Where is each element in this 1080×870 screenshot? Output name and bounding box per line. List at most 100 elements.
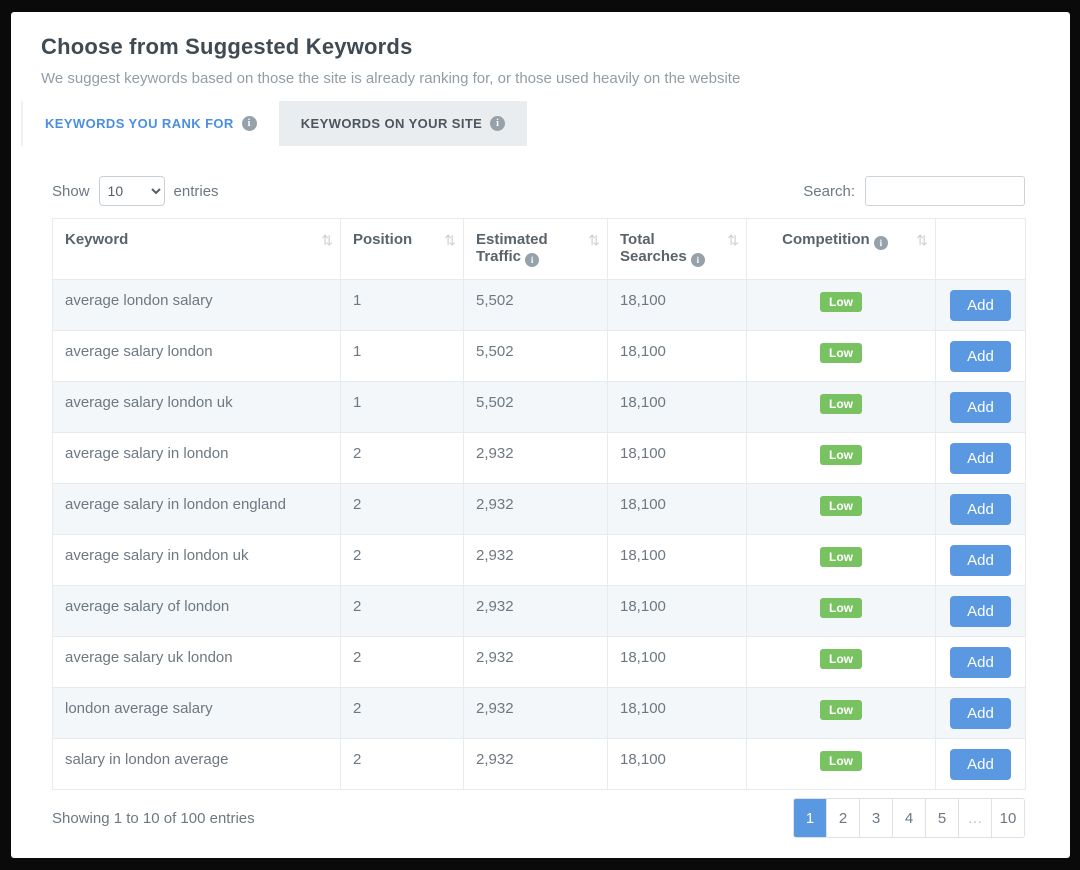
column-header-position[interactable]: Position ⇅ <box>341 219 464 280</box>
competition-cell: Low <box>747 280 936 331</box>
position-cell: 2 <box>341 433 464 484</box>
add-keyword-button[interactable]: Add <box>950 698 1011 729</box>
sort-icon[interactable]: ⇅ <box>588 232 600 249</box>
position-cell: 2 <box>341 484 464 535</box>
column-header-action <box>936 219 1026 280</box>
competition-badge: Low <box>820 292 862 312</box>
pagination-page-2[interactable]: 2 <box>826 799 859 837</box>
competition-cell: Low <box>747 433 936 484</box>
keyword-cell: average salary of london <box>53 586 341 637</box>
pagination-page-3[interactable]: 3 <box>859 799 892 837</box>
pagination-page-1[interactable]: 1 <box>794 799 826 837</box>
pagination-ellipsis: … <box>958 799 991 837</box>
estimated-traffic-cell: 2,932 <box>464 637 608 688</box>
page-title: Choose from Suggested Keywords <box>41 34 1040 60</box>
action-cell: Add <box>936 433 1026 484</box>
tab-bar: KEYWORDS YOU RANK FOR i KEYWORDS ON YOUR… <box>21 101 1040 146</box>
pagination-page-10[interactable]: 10 <box>991 799 1024 837</box>
page-size-control: Show 10 entries <box>52 176 219 206</box>
keywords-table: Keyword ⇅ Position ⇅ Estimated Traffic i… <box>52 218 1026 790</box>
keyword-cell: average salary in london <box>53 433 341 484</box>
competition-cell: Low <box>747 535 936 586</box>
tab-content: Show 10 entries Search: Keyword <box>41 176 1040 838</box>
page-size-select[interactable]: 10 <box>99 176 165 206</box>
add-keyword-button[interactable]: Add <box>950 545 1011 576</box>
search-control: Search: <box>803 176 1025 206</box>
total-searches-cell: 18,100 <box>608 535 747 586</box>
add-keyword-button[interactable]: Add <box>950 392 1011 423</box>
total-searches-cell: 18,100 <box>608 280 747 331</box>
estimated-traffic-cell: 2,932 <box>464 433 608 484</box>
add-keyword-button[interactable]: Add <box>950 749 1011 780</box>
sort-icon[interactable]: ⇅ <box>444 232 456 249</box>
pagination-page-4[interactable]: 4 <box>892 799 925 837</box>
keyword-cell: average salary in london uk <box>53 535 341 586</box>
table-row: average salary in london uk 2 2,932 18,1… <box>53 535 1026 586</box>
column-header-keyword[interactable]: Keyword ⇅ <box>53 219 341 280</box>
keyword-cell: london average salary <box>53 688 341 739</box>
sort-icon[interactable]: ⇅ <box>321 232 333 249</box>
position-cell: 1 <box>341 280 464 331</box>
table-body: average london salary 1 5,502 18,100 Low… <box>53 280 1026 790</box>
keyword-cell: average salary london uk <box>53 382 341 433</box>
competition-badge: Low <box>820 751 862 771</box>
action-cell: Add <box>936 382 1026 433</box>
estimated-traffic-cell: 5,502 <box>464 280 608 331</box>
add-keyword-button[interactable]: Add <box>950 596 1011 627</box>
competition-cell: Low <box>747 484 936 535</box>
keyword-cell: average salary in london england <box>53 484 341 535</box>
competition-badge: Low <box>820 700 862 720</box>
column-header-competition[interactable]: Competition i ⇅ <box>747 219 936 280</box>
estimated-traffic-cell: 2,932 <box>464 688 608 739</box>
estimated-traffic-cell: 5,502 <box>464 382 608 433</box>
competition-cell: Low <box>747 382 936 433</box>
position-cell: 2 <box>341 637 464 688</box>
tab-keywords-on-your-site[interactable]: KEYWORDS ON YOUR SITE i <box>279 101 528 146</box>
table-row: average salary uk london 2 2,932 18,100 … <box>53 637 1026 688</box>
total-searches-cell: 18,100 <box>608 637 747 688</box>
action-cell: Add <box>936 739 1026 790</box>
info-icon: i <box>525 253 539 267</box>
estimated-traffic-cell: 2,932 <box>464 739 608 790</box>
table-row: average salary london 1 5,502 18,100 Low… <box>53 331 1026 382</box>
column-header-total-searches[interactable]: Total Searches i ⇅ <box>608 219 747 280</box>
sort-icon[interactable]: ⇅ <box>727 232 739 249</box>
table-row: average salary in london england 2 2,932… <box>53 484 1026 535</box>
keyword-cell: average salary london <box>53 331 341 382</box>
total-searches-cell: 18,100 <box>608 331 747 382</box>
tab-keywords-you-rank-for[interactable]: KEYWORDS YOU RANK FOR i <box>23 101 279 146</box>
pagination-page-5[interactable]: 5 <box>925 799 958 837</box>
competition-cell: Low <box>747 688 936 739</box>
keyword-cell: salary in london average <box>53 739 341 790</box>
estimated-traffic-cell: 2,932 <box>464 484 608 535</box>
add-keyword-button[interactable]: Add <box>950 443 1011 474</box>
position-cell: 2 <box>341 586 464 637</box>
sort-icon[interactable]: ⇅ <box>916 232 928 249</box>
position-cell: 2 <box>341 739 464 790</box>
competition-badge: Low <box>820 598 862 618</box>
add-keyword-button[interactable]: Add <box>950 494 1011 525</box>
show-label: Show <box>52 183 90 200</box>
add-keyword-button[interactable]: Add <box>950 290 1011 321</box>
estimated-traffic-cell: 2,932 <box>464 586 608 637</box>
total-searches-cell: 18,100 <box>608 433 747 484</box>
position-cell: 2 <box>341 688 464 739</box>
competition-badge: Low <box>820 547 862 567</box>
position-cell: 1 <box>341 382 464 433</box>
info-icon: i <box>242 116 257 131</box>
table-row: average salary of london 2 2,932 18,100 … <box>53 586 1026 637</box>
add-keyword-button[interactable]: Add <box>950 341 1011 372</box>
competition-cell: Low <box>747 331 936 382</box>
column-header-estimated-traffic[interactable]: Estimated Traffic i ⇅ <box>464 219 608 280</box>
add-keyword-button[interactable]: Add <box>950 647 1011 678</box>
keyword-cell: average salary uk london <box>53 637 341 688</box>
table-row: london average salary 2 2,932 18,100 Low… <box>53 688 1026 739</box>
competition-cell: Low <box>747 739 936 790</box>
pagination: 12345…10 <box>793 798 1025 838</box>
search-input[interactable] <box>865 176 1025 206</box>
table-controls: Show 10 entries Search: <box>52 176 1025 206</box>
keyword-cell: average london salary <box>53 280 341 331</box>
competition-badge: Low <box>820 445 862 465</box>
table-row: average salary london uk 1 5,502 18,100 … <box>53 382 1026 433</box>
estimated-traffic-cell: 5,502 <box>464 331 608 382</box>
